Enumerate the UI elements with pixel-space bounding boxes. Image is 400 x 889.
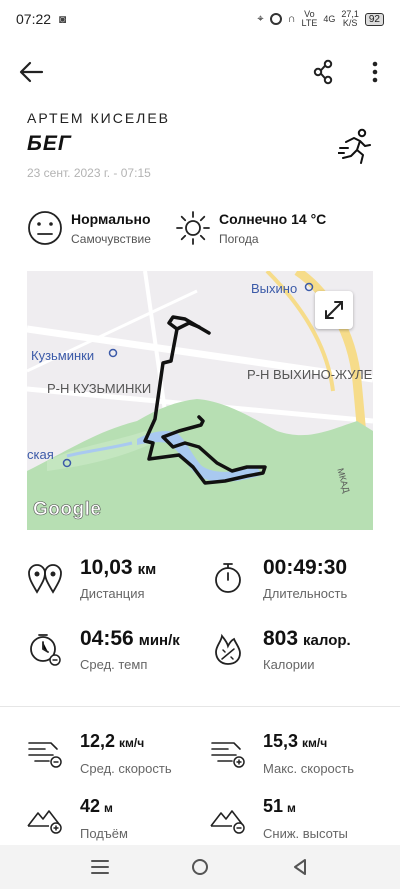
share-icon (313, 59, 333, 85)
ascent-mountain-icon (27, 810, 62, 834)
alarm-icon (269, 13, 282, 25)
metric-pace: 04:56 мин/к Сред. темп (27, 627, 202, 677)
distance-value-line: 10,03 км (80, 556, 156, 580)
location-icon: ⌖ (257, 12, 264, 25)
more-vertical-icon (372, 61, 378, 83)
volte-indicator: Vo LTE (301, 10, 317, 28)
metric-max-speed: 15,3 км/ч Макс. скорость (210, 731, 385, 781)
pace-label: Сред. темп (80, 657, 148, 672)
running-icon (338, 128, 371, 164)
calories-value-line: 803 калор. (263, 627, 351, 651)
ascent-unit: м (104, 801, 113, 815)
back-triangle-icon (294, 859, 306, 875)
expand-icon (325, 301, 343, 319)
feeling-value: Нормально (71, 210, 151, 227)
distance-value: 10,03 (80, 556, 133, 579)
share-button[interactable] (310, 58, 338, 86)
max-speed-label: Макс. скорость (263, 761, 355, 776)
weather-text: Солнечно 14 °C Погода (219, 211, 326, 246)
feeling-text: Нормально Самочувствие (71, 211, 151, 246)
section-divider (0, 706, 400, 707)
metric-calories: 803 калор. Калории (210, 627, 385, 677)
calories-unit: калор. (303, 632, 351, 649)
net-speed: 27,1 K/S (341, 10, 359, 28)
flame-icon (215, 633, 241, 665)
descent-value: 51 (263, 796, 284, 816)
duration-label: Длительность (263, 586, 348, 601)
duration-value-line: 00:49:30 (263, 556, 347, 580)
metric-distance: 10,03 км Дистанция (27, 556, 197, 606)
descent-label: Сниж. высоты (263, 826, 348, 841)
metric-duration: 00:49:30 Длительность (210, 556, 380, 606)
ascent-value: 42 (80, 796, 101, 816)
stopwatch-icon (215, 563, 241, 593)
headphones-icon: ∩ (287, 13, 296, 25)
neutral-face-icon (28, 211, 62, 245)
calories-label: Калории (263, 657, 315, 672)
max-speed-value: 15,3 (263, 731, 299, 751)
avg-speed-value-line: 12,2 км/ч (80, 731, 144, 752)
ascent-label: Подъём (80, 826, 128, 841)
pace-unit: мин/к (138, 632, 180, 649)
expand-map-button[interactable] (315, 291, 353, 329)
distance-unit: км (137, 561, 157, 578)
battery-indicator: 92 (364, 12, 384, 26)
avg-speed-value: 12,2 (80, 731, 116, 751)
pace-value-line: 04:56 мин/к (80, 627, 180, 651)
feeling-label: Самочувствие (71, 231, 151, 246)
recents-button[interactable] (88, 855, 112, 879)
feeling-block: Нормально Самочувствие (27, 206, 151, 250)
ascent-value-line: 42 м (80, 796, 113, 817)
signal-indicator: 4G (323, 13, 336, 24)
max-speed-value-line: 15,3 км/ч (263, 731, 327, 752)
back-nav-button[interactable] (288, 855, 312, 879)
system-nav-bar (0, 845, 400, 889)
status-icons: ⌖ ∩ Vo LTE 4G 27,1 K/S 92 (257, 10, 384, 28)
status-time: 07:22 (16, 11, 52, 27)
metric-avg-speed: 12,2 км/ч Сред. скорость (27, 731, 202, 781)
more-options-button[interactable] (366, 58, 384, 86)
app-bar (0, 48, 400, 96)
home-button[interactable] (188, 855, 212, 879)
map-label-station: ская (27, 447, 54, 462)
map-label-rn-vykhino: Р-Н ВЫХИНО-ЖУЛЕБ (247, 367, 373, 382)
net-speed-unit: K/S (342, 18, 358, 28)
pace-clock-icon (30, 634, 61, 666)
status-bar: 07:22 ◙ ⌖ ∩ Vo LTE 4G 27,1 K/S 92 (0, 0, 400, 38)
metric-descent: 51 м Сниж. высоты (210, 796, 385, 846)
menu-lines-icon (91, 860, 109, 874)
weather-label: Погода (219, 231, 259, 246)
map-label-rn-kuzminki: Р-Н КУЗЬМИНКИ (47, 381, 152, 396)
descent-unit: м (287, 801, 296, 815)
weather-value: Солнечно 14 °C (219, 210, 327, 227)
workout-owner: АРТЕМ КИСЕЛЕВ (27, 110, 171, 126)
avg-speed-label: Сред. скорость (80, 761, 172, 776)
max-speed-icon (211, 742, 245, 768)
route-map[interactable]: Выхино Кузьминки Р-Н КУЗЬМИНКИ Р-Н ВЫХИН… (27, 271, 373, 530)
pace-value: 04:56 (80, 627, 134, 650)
descent-value-line: 51 м (263, 796, 296, 817)
notification-icon: ◙ (59, 12, 67, 26)
distance-label: Дистанция (80, 586, 145, 601)
arrow-left-icon (19, 61, 44, 83)
duration-value: 00:49:30 (263, 556, 348, 579)
avg-speed-icon (28, 742, 62, 768)
max-speed-unit: км/ч (302, 736, 328, 750)
map-label-vykhino: Выхино (251, 281, 298, 296)
descent-mountain-icon (210, 810, 245, 834)
avg-speed-unit: км/ч (119, 736, 145, 750)
activity-type: БЕГ (27, 132, 72, 155)
distance-pins-icon (28, 564, 62, 594)
home-circle-icon (192, 859, 208, 875)
map-label-kuzminki: Кузьминки (31, 348, 95, 363)
workout-datetime: 23 сент. 2023 г. - 07:15 (27, 166, 151, 180)
weather-block: Солнечно 14 °C Погода (175, 206, 326, 250)
sun-icon (176, 211, 210, 245)
calories-value: 803 (263, 627, 299, 650)
google-logo: Google (33, 499, 102, 521)
metric-ascent: 42 м Подъём (27, 796, 202, 846)
volte-bottom: LTE (301, 18, 318, 28)
back-button[interactable] (16, 58, 46, 86)
